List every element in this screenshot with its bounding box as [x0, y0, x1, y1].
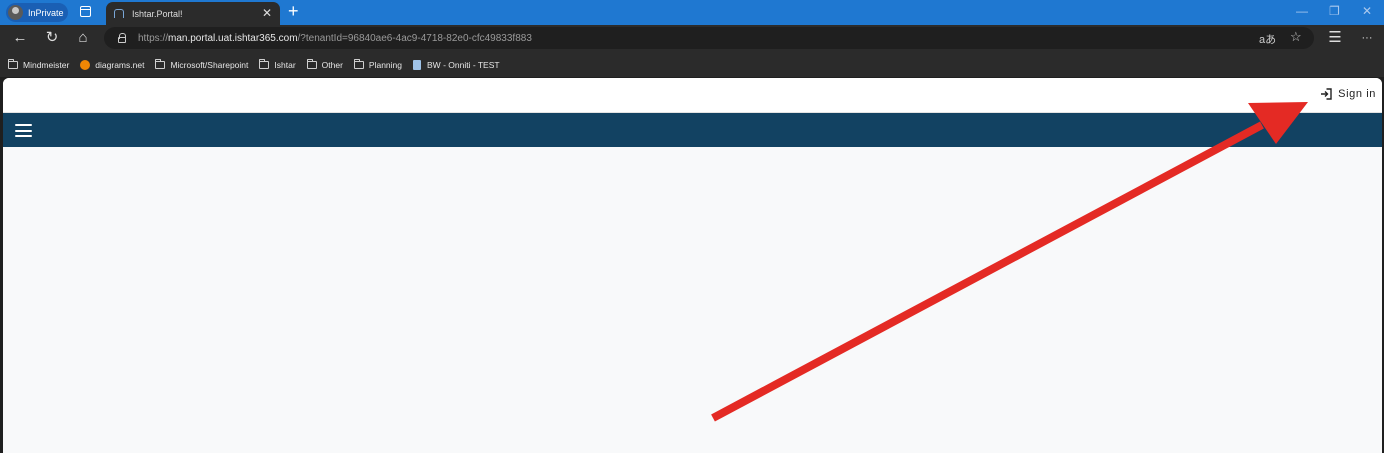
app-navbar	[3, 113, 1382, 147]
bookmark-mindmeister[interactable]: Mindmeister	[8, 59, 70, 70]
hamburger-menu-icon[interactable]	[15, 124, 32, 137]
tab-title: Ishtar.Portal!	[132, 8, 183, 19]
refresh-button[interactable]: ↻	[43, 29, 61, 47]
navigation-bar: ← ↻ ⌂ https://man.portal.uat.ishtar365.c…	[0, 25, 1384, 53]
url-path: /?tenantId=96840ae6-4ac9-4718-82e0-cfc49…	[297, 32, 532, 44]
title-bar: InPrivate Ishtar.Portal! ✕ + — ❐ ✕	[0, 0, 1384, 25]
page-viewport: Sign in	[3, 78, 1382, 453]
browser-window: InPrivate Ishtar.Portal! ✕ + — ❐ ✕ ← ↻ ⌂…	[0, 0, 1384, 453]
bookmark-label: BW - Onniti - TEST	[427, 60, 500, 70]
sign-in-label: Sign in	[1338, 88, 1376, 100]
back-button[interactable]: ←	[11, 29, 29, 47]
folder-icon	[353, 59, 364, 69]
bookmark-label: Microsoft/Sharepoint	[170, 60, 249, 70]
bookmark-label: Mindmeister	[23, 60, 70, 70]
tab-ishtar-portal[interactable]: Ishtar.Portal! ✕	[106, 2, 280, 25]
url-host: man.portal.uat.ishtar365.com	[168, 32, 298, 44]
bookmark-label: Other	[321, 60, 343, 70]
folder-icon	[259, 59, 270, 69]
bookmark-ishtar[interactable]: Ishtar	[259, 59, 296, 70]
inprivate-badge[interactable]: InPrivate	[6, 3, 68, 22]
bookmark-bw-onniti-test[interactable]: BW - Onniti - TEST	[413, 60, 500, 70]
lock-icon[interactable]	[118, 33, 126, 43]
folder-icon	[155, 59, 166, 69]
sign-in-button[interactable]: Sign in	[1320, 88, 1376, 100]
restore-button[interactable]: ❐	[1329, 4, 1340, 18]
inprivate-label: InPrivate	[28, 7, 64, 18]
sign-in-icon	[1321, 88, 1332, 100]
close-window-button[interactable]: ✕	[1362, 4, 1372, 18]
more-menu-icon[interactable]: ···	[1358, 29, 1376, 47]
bookmark-label: Ishtar	[274, 60, 296, 70]
bookmark-diagrams[interactable]: diagrams.net	[80, 60, 144, 70]
tab-actions-icon[interactable]	[80, 6, 91, 17]
drawio-icon	[80, 60, 91, 70]
site-favicon-icon	[114, 9, 124, 18]
main-content	[3, 147, 1382, 453]
minimize-button[interactable]: —	[1296, 4, 1308, 18]
read-aloud-icon[interactable]: aあ	[1259, 31, 1276, 47]
document-icon	[413, 60, 422, 70]
bookmarks-bar: Mindmeister diagrams.net Microsoft/Share…	[0, 53, 1384, 77]
tab-close-icon[interactable]: ✕	[262, 6, 272, 20]
url-text[interactable]: https://man.portal.uat.ishtar365.com/?te…	[138, 33, 532, 44]
bookmark-microsoft-sharepoint[interactable]: Microsoft/Sharepoint	[155, 59, 249, 70]
home-button[interactable]: ⌂	[74, 29, 92, 47]
bookmark-other[interactable]: Other	[306, 59, 343, 70]
favorite-star-icon[interactable]: ☆	[1290, 29, 1302, 45]
bookmark-planning[interactable]: Planning	[353, 59, 403, 70]
bookmark-label: diagrams.net	[95, 60, 145, 70]
bookmark-label: Planning	[368, 60, 403, 70]
folder-icon	[8, 59, 18, 69]
profile-avatar	[8, 5, 23, 20]
favorites-icon[interactable]: ☰	[1326, 29, 1344, 47]
url-scheme: https://	[138, 32, 169, 44]
address-bar[interactable]: https://man.portal.uat.ishtar365.com/?te…	[104, 27, 1314, 49]
new-tab-button[interactable]: +	[288, 1, 299, 21]
folder-icon	[306, 59, 317, 69]
app-header: Sign in	[3, 78, 1382, 113]
